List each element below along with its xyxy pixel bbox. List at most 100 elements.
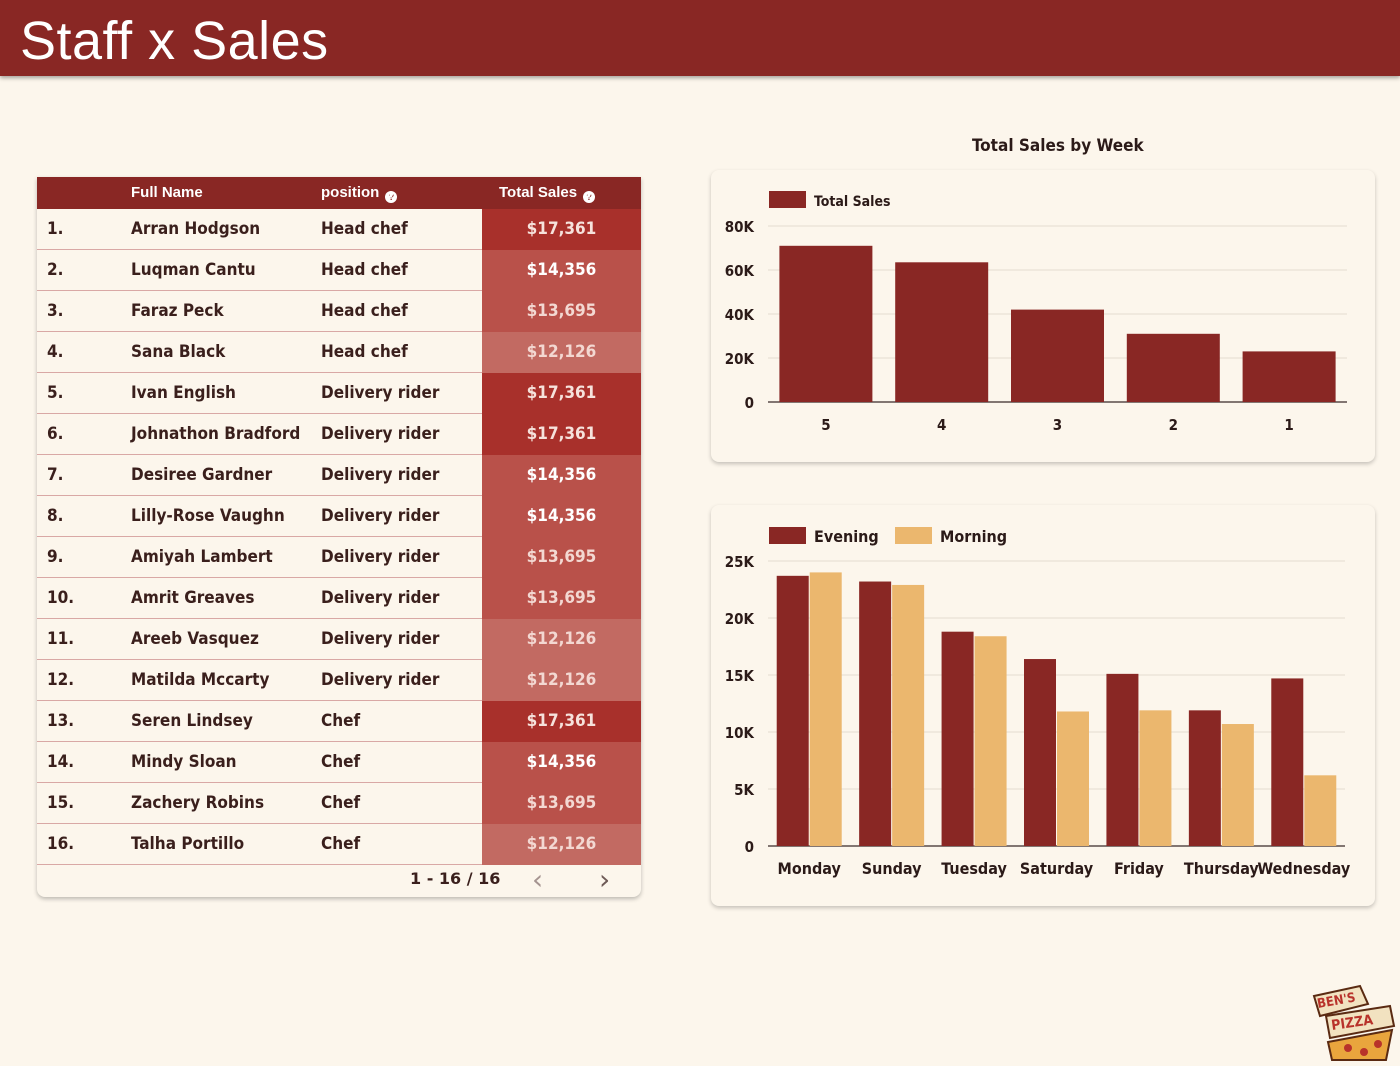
position-cell: Delivery rider [321, 424, 440, 444]
total-sales-cell: $17,361 [482, 414, 641, 455]
y-tick-label: 5K [734, 781, 754, 799]
daily-sales-bar-chart: 0 5K 10K 15K 20K 25K Evening Morning Monday Sunda… [725, 527, 1351, 878]
row-number: 2. [47, 260, 64, 280]
bar-evening [859, 581, 892, 846]
full-name-cell: Areeb Vasquez [131, 629, 259, 649]
sort-caret-icon[interactable]: ▼ [585, 191, 593, 200]
total-sales-cell: $12,126 [482, 619, 641, 660]
bar-evening [1271, 678, 1304, 846]
row-number: 14. [47, 752, 75, 772]
bar-evening [941, 631, 974, 846]
y-tick-label: 15K [725, 667, 755, 685]
x-tick-label: Monday [778, 859, 842, 878]
daily-sales-chart-card: 0 5K 10K 15K 20K 25K Evening Morning Monday Sunda… [711, 505, 1375, 906]
bar-evening [1188, 710, 1221, 846]
x-tick-label: 5 [821, 416, 830, 434]
bar-morning [1304, 775, 1337, 846]
position-cell: Head chef [321, 342, 408, 362]
total-sales-cell: $12,126 [482, 824, 641, 865]
column-header-position[interactable]: position? ▼ [321, 184, 398, 203]
total-sales-cell: $13,695 [482, 578, 641, 619]
y-tick-label: 60K [725, 262, 755, 280]
table-row[interactable]: 15. Zachery Robins Chef $13,695 [37, 783, 641, 824]
table-row[interactable]: 16. Talha Portillo Chef $12,126 [37, 824, 641, 865]
bens-pizza-logo: BEN'S PIZZA [1308, 982, 1396, 1062]
previous-page-icon[interactable]: ‹ [532, 863, 543, 896]
row-number: 7. [47, 465, 64, 485]
legend-swatch [769, 527, 806, 544]
bar-evening [1106, 673, 1139, 846]
y-tick-label: 20K [725, 610, 755, 628]
full-name-cell: Lilly-Rose Vaughn [131, 506, 285, 526]
pagination-label: 1 - 16 / 16 [410, 869, 501, 888]
total-sales-cell: $17,361 [482, 701, 641, 742]
table-row[interactable]: 2. Luqman Cantu Head chef $14,356 [37, 250, 641, 291]
total-sales-cell: $17,361 [482, 373, 641, 414]
y-tick-label: 25K [725, 553, 755, 571]
total-sales-cell: $12,126 [482, 660, 641, 701]
row-number: 12. [47, 670, 75, 690]
total-sales-cell: $13,695 [482, 291, 641, 332]
table-row[interactable]: 1. Arran Hodgson Head chef $17,361 [37, 209, 641, 250]
bar-evening [776, 575, 809, 846]
bar-total-sales [779, 245, 873, 402]
full-name-cell: Desiree Gardner [131, 465, 273, 485]
full-name-cell: Ivan English [131, 383, 236, 403]
row-number: 6. [47, 424, 64, 444]
next-page-icon[interactable]: › [599, 863, 610, 896]
x-tick-label: Tuesday [941, 859, 1007, 878]
bar-total-sales [1011, 309, 1104, 402]
position-cell: Delivery rider [321, 670, 440, 690]
x-tick-label: 3 [1053, 416, 1062, 434]
full-name-cell: Seren Lindsey [131, 711, 253, 731]
table-row[interactable]: 9. Amiyah Lambert Delivery rider $13,695 [37, 537, 641, 578]
sort-caret-icon[interactable]: ▼ [387, 191, 395, 200]
table-row[interactable]: 13. Seren Lindsey Chef $17,361 [37, 701, 641, 742]
bar-total-sales [1126, 333, 1220, 402]
table-row[interactable]: 3. Faraz Peck Head chef $13,695 [37, 291, 641, 332]
table-row[interactable]: 12. Matilda Mccarty Delivery rider $12,126 [37, 660, 641, 701]
full-name-cell: Matilda Mccarty [131, 670, 270, 690]
weekly-sales-bar-chart: 0 20K 40K 60K 80K Total Sales 5 4 3 2 1 [725, 191, 1347, 434]
full-name-cell: Johnathon Bradford [131, 424, 301, 444]
position-cell: Delivery rider [321, 547, 440, 567]
total-sales-cell: $13,695 [482, 783, 641, 824]
page-title: Staff x Sales [20, 11, 329, 71]
position-cell: Chef [321, 752, 361, 772]
table-row[interactable]: 14. Mindy Sloan Chef $14,356 [37, 742, 641, 783]
row-number: 10. [47, 588, 75, 608]
table-row[interactable]: 10. Amrit Greaves Delivery rider $13,695 [37, 578, 641, 619]
table-row[interactable]: 6. Johnathon Bradford Delivery rider $17,36… [37, 414, 641, 455]
row-number: 9. [47, 547, 64, 567]
x-tick-label: 4 [937, 416, 946, 434]
table-row[interactable]: 7. Desiree Gardner Delivery rider $14,356 [37, 455, 641, 496]
table-row[interactable]: 8. Lilly-Rose Vaughn Delivery rider $14,356 [37, 496, 641, 537]
position-cell: Delivery rider [321, 629, 440, 649]
legend-swatch [769, 191, 806, 208]
row-number: 16. [47, 834, 75, 854]
bar-total-sales [895, 262, 989, 402]
table-row[interactable]: 5. Ivan English Delivery rider $17,361 [37, 373, 641, 414]
table-row[interactable]: 11. Areeb Vasquez Delivery rider $12,126 [37, 619, 641, 660]
position-cell: Chef [321, 834, 361, 854]
table-header: Full Name position? ▼ Total Sales? ▼ [37, 177, 641, 209]
x-tick-label: Wednesday [1257, 859, 1350, 878]
table-row[interactable]: 4. Sana Black Head chef $12,126 [37, 332, 641, 373]
full-name-cell: Amiyah Lambert [131, 547, 273, 567]
position-cell: Delivery rider [321, 506, 440, 526]
legend-label: Morning [940, 527, 1007, 546]
row-number: 11. [47, 629, 75, 649]
column-header-total-sales[interactable]: Total Sales? ▼ [499, 184, 596, 203]
row-number: 5. [47, 383, 64, 403]
column-header-full-name[interactable]: Full Name [131, 184, 203, 201]
bar-evening [1024, 659, 1056, 846]
full-name-cell: Zachery Robins [131, 793, 265, 813]
row-number: 3. [47, 301, 64, 321]
y-tick-label: 80K [725, 218, 755, 236]
row-number: 4. [47, 342, 64, 362]
y-tick-label: 40K [725, 306, 755, 324]
position-cell: Head chef [321, 301, 408, 321]
full-name-cell: Mindy Sloan [131, 752, 237, 772]
weekly-sales-chart-card: 0 20K 40K 60K 80K Total Sales 5 4 3 2 1 [711, 170, 1375, 462]
total-sales-cell: $17,361 [482, 209, 641, 250]
